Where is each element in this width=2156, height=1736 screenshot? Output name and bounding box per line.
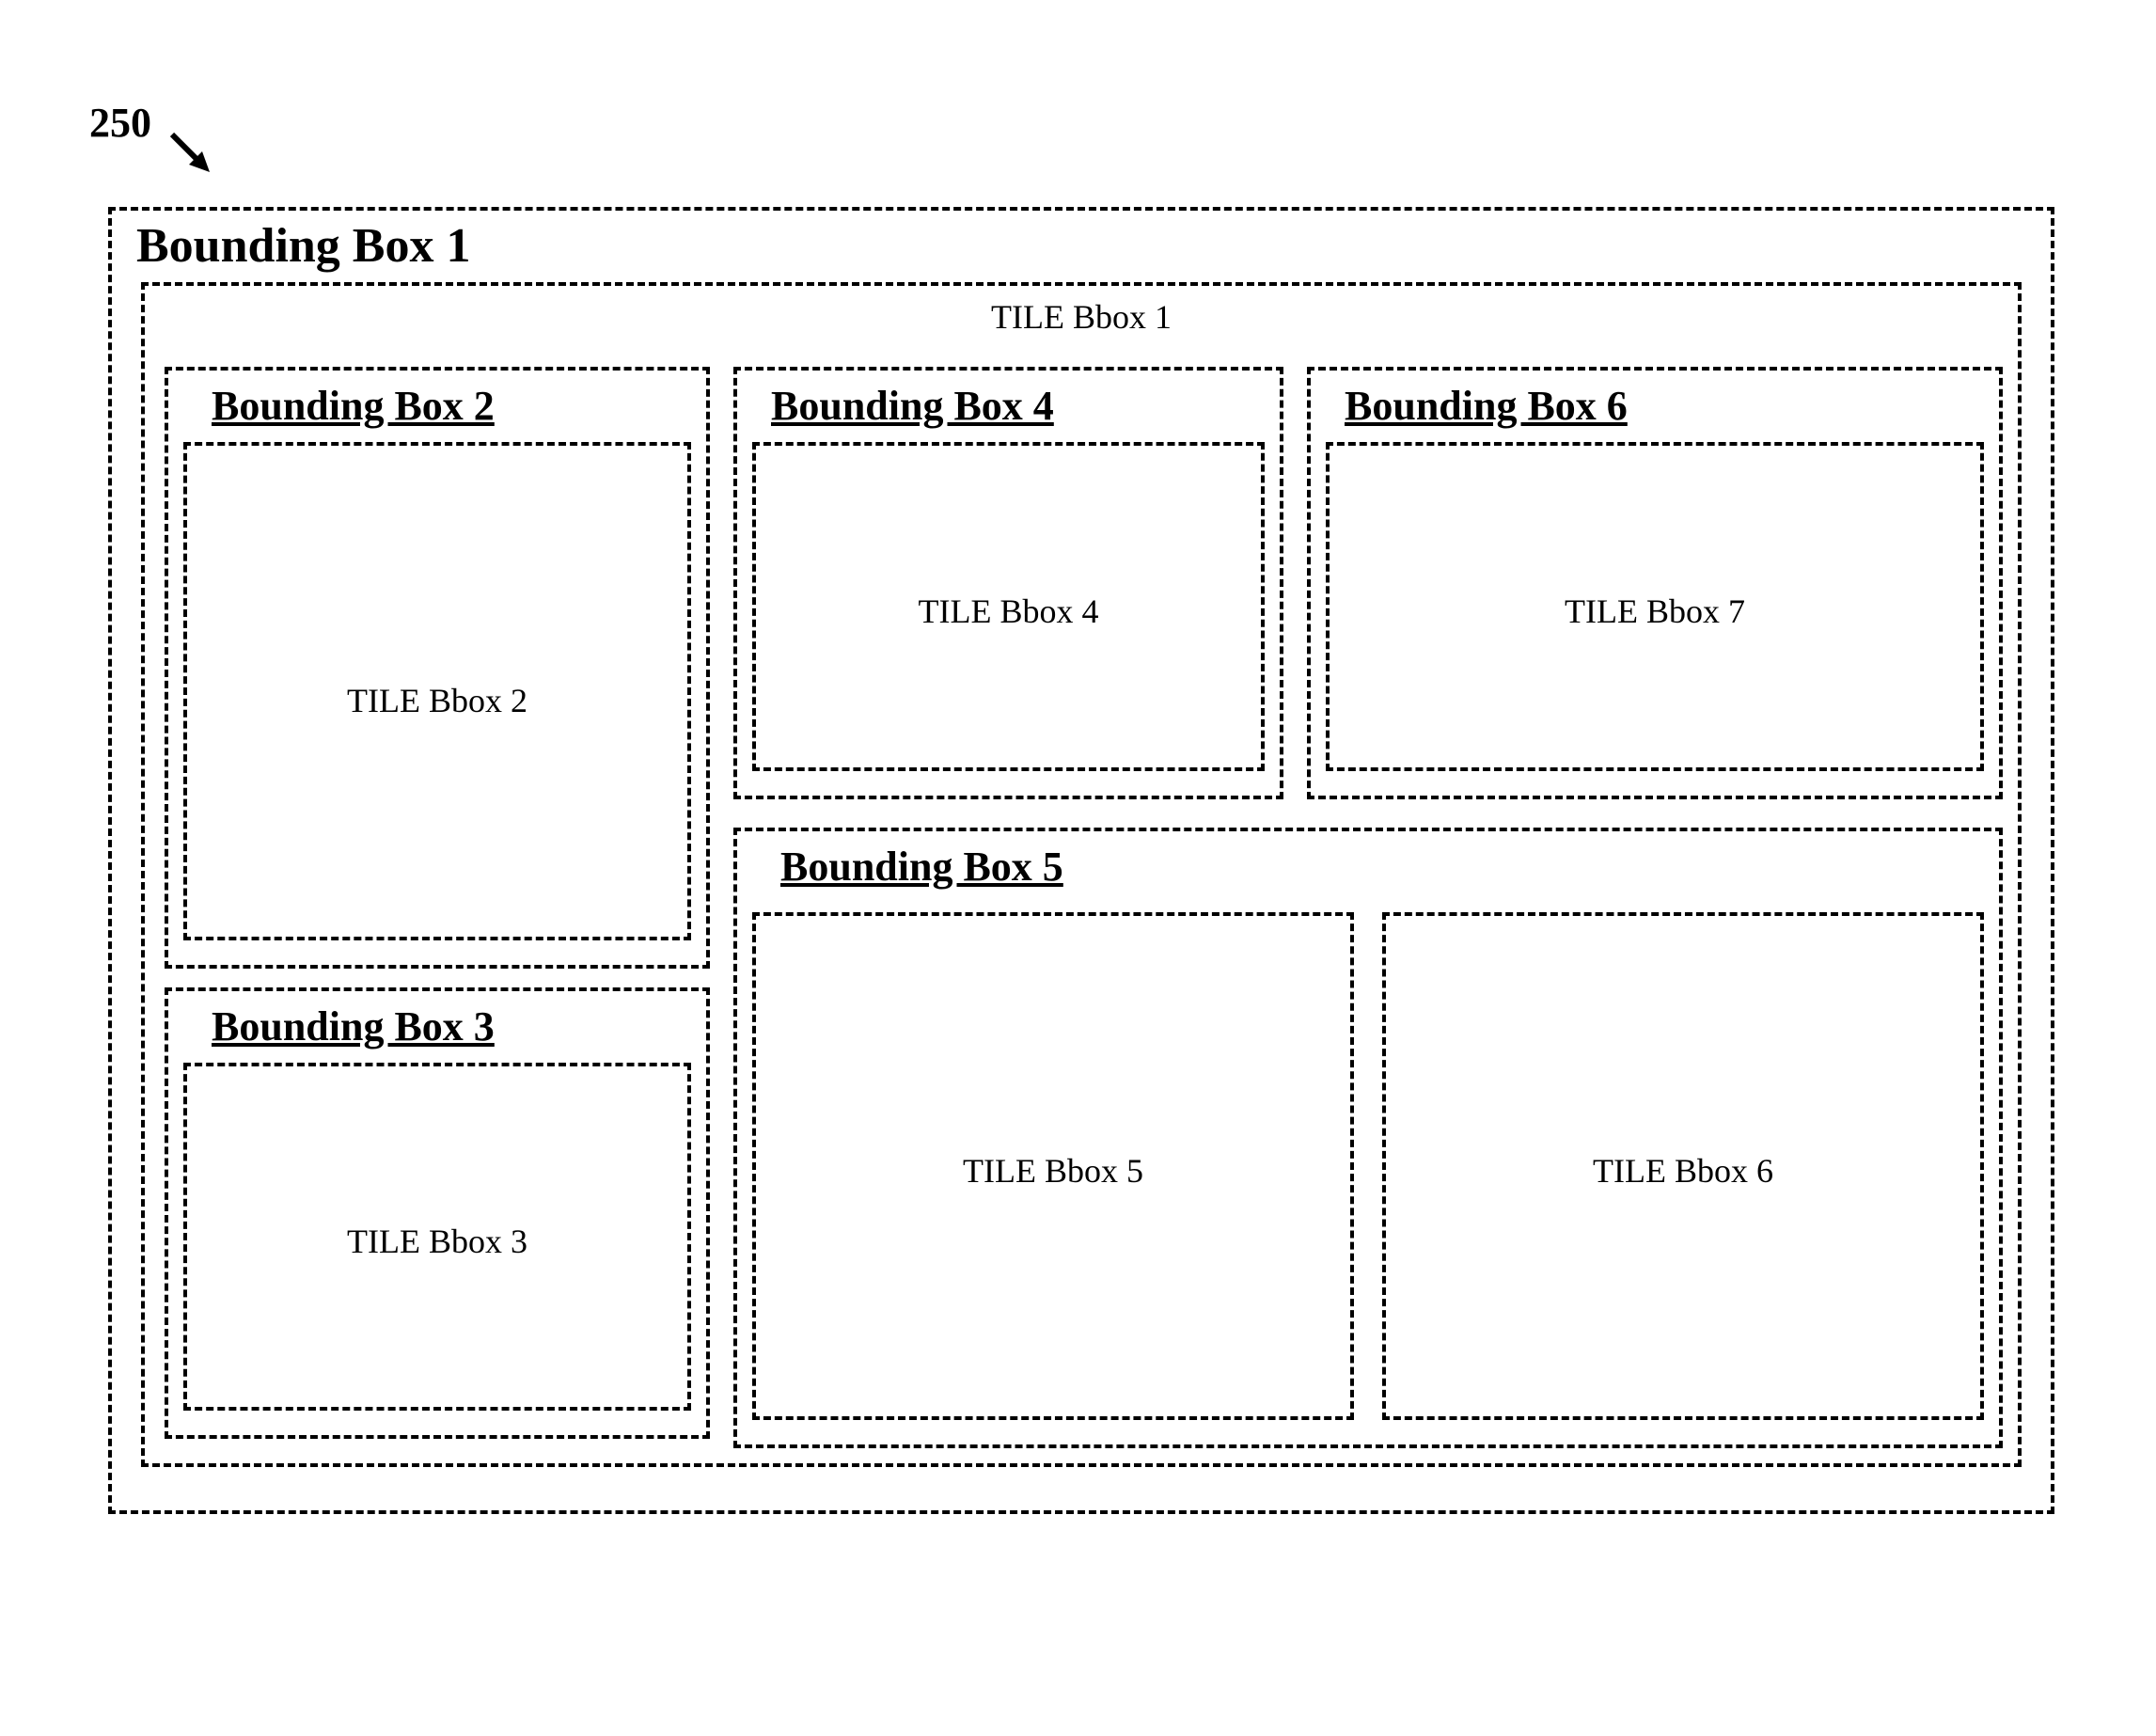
tile-bbox-4: TILE Bbox 4	[752, 442, 1265, 771]
tile-bbox-3: TILE Bbox 3	[183, 1063, 691, 1411]
bb5-title: Bounding Box 5	[775, 843, 1069, 891]
tile-bbox-5-label: TILE Bbox 5	[756, 1151, 1350, 1191]
tile-bbox-6: TILE Bbox 6	[1382, 912, 1984, 1420]
bb6-title: Bounding Box 6	[1339, 382, 1633, 430]
tile-bbox-5: TILE Bbox 5	[752, 912, 1354, 1420]
bb1-title: Bounding Box 1	[131, 218, 477, 274]
tile-bbox-6-label: TILE Bbox 6	[1386, 1151, 1980, 1191]
tile-bbox-7-label: TILE Bbox 7	[1330, 592, 1980, 631]
tile-bbox-1-label: TILE Bbox 1	[145, 297, 2018, 337]
tile-bbox-3-label: TILE Bbox 3	[187, 1222, 687, 1261]
tile-bbox-4-label: TILE Bbox 4	[756, 592, 1261, 631]
tile-bbox-2-label: TILE Bbox 2	[187, 681, 687, 720]
arrow-icon	[165, 127, 221, 183]
bb3-title: Bounding Box 3	[206, 1002, 500, 1050]
tile-bbox-2: TILE Bbox 2	[183, 442, 691, 940]
bb2-title: Bounding Box 2	[206, 382, 500, 430]
tile-bbox-7: TILE Bbox 7	[1326, 442, 1984, 771]
figure-number: 250	[89, 99, 151, 147]
bb4-title: Bounding Box 4	[765, 382, 1060, 430]
